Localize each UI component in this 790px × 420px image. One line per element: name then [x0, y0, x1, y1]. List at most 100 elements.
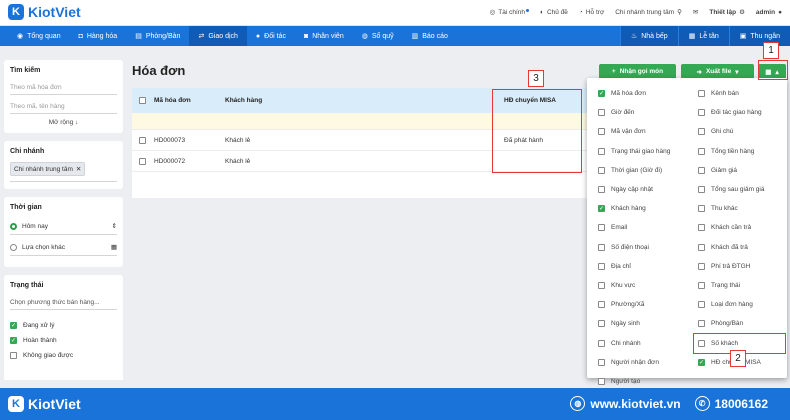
checkbox[interactable]: [598, 243, 605, 251]
column-option[interactable]: Thu khác: [698, 199, 783, 218]
column-option[interactable]: Khách cần trả: [698, 218, 783, 237]
calendar-icon[interactable]: ▦: [111, 243, 117, 251]
checkbox[interactable]: [10, 352, 17, 359]
time-option-today[interactable]: Hôm nay ⇕: [10, 218, 117, 235]
user-menu[interactable]: admin ●: [756, 9, 782, 16]
column-option[interactable]: Trạng thái giao hàng: [598, 142, 698, 161]
nav-item-2[interactable]: ▤ Phòng/Bàn: [126, 26, 189, 46]
checkbox[interactable]: ✓: [698, 358, 705, 366]
checkbox[interactable]: [598, 166, 605, 174]
column-option[interactable]: Tổng sau giảm giá: [698, 180, 783, 199]
nav-item-6[interactable]: ◍ Sổ quỹ: [353, 26, 403, 46]
checkbox[interactable]: [598, 281, 605, 289]
support-link[interactable]: ◔ Hỗ trợ: [579, 9, 604, 16]
column-option[interactable]: Ngày cập nhật: [598, 180, 698, 199]
checkbox[interactable]: [698, 90, 705, 98]
checkbox[interactable]: [698, 224, 705, 232]
column-option[interactable]: Số điện thoại: [598, 238, 698, 257]
checkbox[interactable]: [598, 377, 605, 385]
checkbox[interactable]: [698, 301, 705, 309]
nav-right-item-1[interactable]: ▦ Lễ tân: [677, 26, 729, 46]
column-option[interactable]: Email: [598, 218, 698, 237]
checkbox[interactable]: [598, 128, 605, 136]
checkbox[interactable]: [698, 186, 705, 194]
status-option[interactable]: ✓ Hoàn thành: [10, 333, 117, 348]
checkbox[interactable]: ✓: [598, 205, 605, 213]
nav-item-3[interactable]: ⇄ Giao dịch: [189, 26, 247, 46]
sale-method-select[interactable]: Chọn phương thức bán hàng...: [10, 296, 117, 310]
column-option[interactable]: Người nhận đơn: [598, 353, 698, 372]
mail-icon[interactable]: ✉: [693, 8, 698, 16]
nav-right-item-2[interactable]: ▣ Thu ngân: [728, 26, 790, 46]
checkbox[interactable]: [598, 358, 605, 366]
header-customer[interactable]: Khách hàng: [225, 97, 262, 104]
column-option[interactable]: Ngày sinh: [598, 314, 698, 333]
nav-right-item-0[interactable]: ♨ Nhà bếp: [619, 26, 678, 46]
radio-selected[interactable]: [10, 222, 17, 230]
checkbox[interactable]: [598, 147, 605, 155]
column-option[interactable]: Phòng/Bàn: [698, 314, 783, 333]
export-file-button[interactable]: ➜ Xuất file ▾: [681, 64, 754, 79]
product-search-input[interactable]: Theo mã, tên hàng: [10, 100, 117, 114]
column-option[interactable]: Ghi chú: [698, 122, 783, 141]
column-option[interactable]: Giảm giá: [698, 161, 783, 180]
checkbox[interactable]: [698, 166, 705, 174]
settings-link[interactable]: Thiết lập ⚙: [709, 8, 745, 17]
checkbox[interactable]: [698, 262, 705, 270]
column-option[interactable]: Thời gian (Giờ đi): [598, 161, 698, 180]
website-link[interactable]: ◍ www.kiotviet.vn: [570, 396, 681, 411]
receive-order-button[interactable]: + Nhận gọi món: [599, 64, 676, 79]
column-option[interactable]: Tổng tiền hàng: [698, 142, 783, 161]
checkbox[interactable]: ✓: [10, 337, 17, 344]
checkbox[interactable]: [598, 339, 605, 347]
checkbox[interactable]: [698, 243, 705, 251]
nav-item-5[interactable]: ◙ Nhân viên: [295, 26, 353, 46]
branch-field[interactable]: Chi nhánh trung tâm ✕: [10, 162, 117, 182]
row-checkbox[interactable]: [139, 136, 146, 144]
column-option[interactable]: Mã vận đơn: [598, 122, 698, 141]
checkbox[interactable]: ✓: [10, 322, 17, 329]
column-option[interactable]: Đối tác giao hàng: [698, 103, 783, 122]
checkbox[interactable]: [598, 262, 605, 270]
checkbox[interactable]: [598, 320, 605, 328]
time-option-other[interactable]: Lựa chọn khác ▦: [10, 239, 117, 256]
column-option[interactable]: ✓ Mã hóa đơn: [598, 84, 698, 103]
row-checkbox[interactable]: [139, 157, 146, 165]
checkbox[interactable]: [698, 128, 705, 136]
select-all-checkbox[interactable]: [139, 97, 146, 104]
column-option[interactable]: Chi nhánh: [598, 333, 698, 352]
status-option[interactable]: Không giao được: [10, 348, 117, 363]
invoice-code-input[interactable]: Theo mã hóa đơn: [10, 81, 117, 95]
branch-selector[interactable]: Chi nhánh trung tâm ⚲: [615, 8, 682, 17]
phone-link[interactable]: ✆ 18006162: [694, 396, 768, 411]
checkbox[interactable]: [698, 109, 705, 117]
checkbox[interactable]: [598, 186, 605, 194]
app-logo[interactable]: K KiotViet: [8, 4, 81, 20]
checkbox[interactable]: [698, 281, 705, 289]
nav-item-7[interactable]: ▥ Báo cáo: [403, 26, 457, 46]
status-option[interactable]: ✓ Đang xử lý: [10, 318, 117, 333]
close-icon[interactable]: ✕: [76, 165, 81, 173]
column-option[interactable]: Phí trả ĐTGH: [698, 257, 783, 276]
column-option[interactable]: Khách đã trả: [698, 238, 783, 257]
checkbox[interactable]: [698, 205, 705, 213]
column-option[interactable]: Giờ đến: [598, 103, 698, 122]
header-code[interactable]: Mã hóa đơn: [154, 97, 191, 104]
checkbox[interactable]: [598, 301, 605, 309]
checkbox[interactable]: [698, 320, 705, 328]
column-option[interactable]: Phường/Xã: [598, 295, 698, 314]
nav-item-4[interactable]: ● Đối tác: [247, 26, 295, 46]
checkbox[interactable]: [598, 109, 605, 117]
column-option[interactable]: Địa chỉ: [598, 257, 698, 276]
column-option[interactable]: Kênh bán: [698, 84, 783, 103]
column-option[interactable]: Khu vực: [598, 276, 698, 295]
radio-unselected[interactable]: [10, 243, 17, 251]
checkbox[interactable]: [698, 147, 705, 155]
finance-link[interactable]: ◎ Tài chính: [490, 8, 530, 16]
theme-link[interactable]: ◐ Chủ đề: [540, 9, 568, 16]
column-option[interactable]: Trạng thái: [698, 276, 783, 295]
checkbox[interactable]: ✓: [598, 90, 605, 98]
nav-item-1[interactable]: ◘ Hàng hóa: [70, 26, 127, 46]
nav-item-0[interactable]: ◉ Tổng quan: [8, 26, 70, 46]
column-option[interactable]: ✓ Khách hàng: [598, 199, 698, 218]
